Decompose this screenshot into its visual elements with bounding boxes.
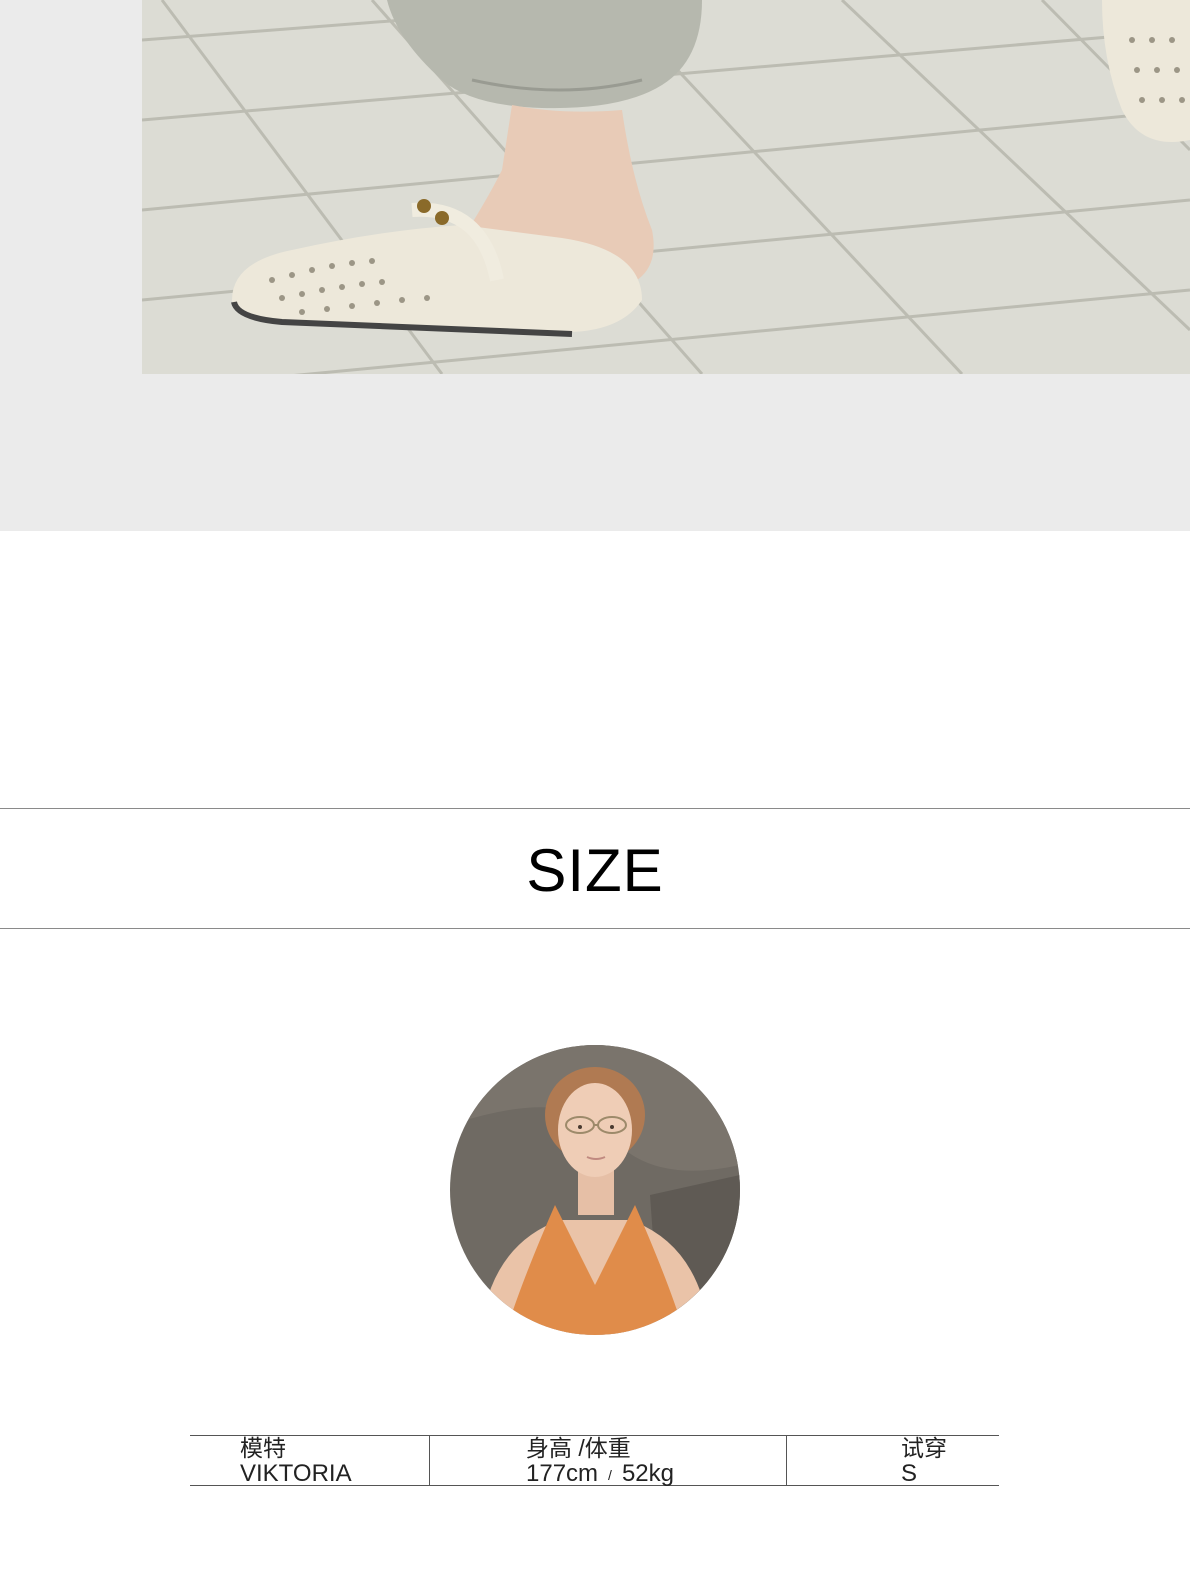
table-column-divider — [786, 1435, 787, 1486]
divider-top — [0, 808, 1190, 809]
model-avatar — [450, 1045, 740, 1335]
model-height-weight: 177cm / 52kg — [526, 1462, 674, 1487]
divider-bottom — [0, 928, 1190, 929]
try-on-size: S — [901, 1460, 918, 1487]
model-weight: 52kg — [621, 1460, 674, 1487]
hero-band — [0, 0, 1190, 531]
model-height: 177cm — [526, 1460, 599, 1487]
section-title: SIZE — [526, 837, 664, 904]
product-photo — [142, 0, 1190, 374]
header-height-weight: 身高 /体重 — [526, 1435, 631, 1461]
model-name: VIKTORIA — [240, 1460, 352, 1487]
header-model: 模特 — [240, 1435, 286, 1461]
table-column-divider — [429, 1435, 430, 1486]
header-try-on: 试穿 — [901, 1435, 947, 1461]
separator: / — [608, 1467, 612, 1483]
